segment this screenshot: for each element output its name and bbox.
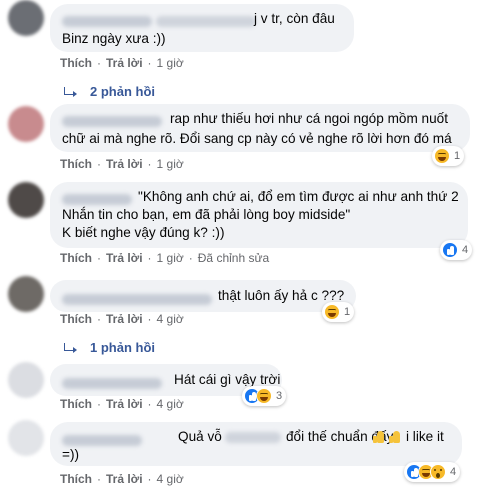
avatar[interactable]	[8, 182, 44, 218]
like-button[interactable]: Thích	[60, 157, 92, 171]
comment-actions: Thích · Trả lời · 1 giờ · Đã chỉnh sửa	[60, 251, 270, 265]
comment-bubble: rap như thiếu hơi như cá ngoi ngóp mồm n…	[50, 104, 470, 152]
reply-arrow-icon	[64, 86, 77, 97]
avatar[interactable]	[8, 0, 44, 36]
comment-bubble: j v tr, còn đâu Binz ngày xưa :))	[50, 4, 354, 52]
timestamp[interactable]: 4 giờ	[157, 312, 184, 326]
like-button[interactable]: Thích	[60, 56, 92, 70]
reaction-count: 1	[454, 150, 461, 162]
reaction-count: 1	[344, 306, 351, 318]
replies-count[interactable]: 1 phản hồi	[90, 340, 155, 355]
avatar[interactable]	[8, 362, 44, 398]
wow-icon	[430, 464, 446, 480]
reaction-count: 4	[462, 244, 469, 256]
timestamp[interactable]: 4 giờ	[157, 472, 184, 486]
comment-text-line1: "Không anh chứ ai, đổ em tìm được ai như…	[138, 189, 459, 204]
blurred-word	[225, 432, 281, 443]
thumbs-up-emoji	[371, 428, 403, 447]
comment-text-line1: rap như thiếu hơi như cá ngoi ngóp mồm n…	[170, 111, 449, 126]
comment-actions: Thích · Trả lời · 1 giờ	[60, 157, 184, 171]
comment-bubble: "Không anh chứ ai, đổ em tìm được ai như…	[50, 182, 468, 248]
reaction-summary[interactable]: 4	[404, 462, 461, 482]
reaction-summary[interactable]: 3	[242, 386, 287, 406]
comment-text-line3: K biết nghe vậy đúng k? :))	[62, 225, 225, 240]
haha-icon	[324, 304, 340, 320]
like-button[interactable]: Thích	[60, 312, 92, 326]
comment-text-line2: Nhắn tin cho bạn, em đã phải lòng boy mi…	[62, 207, 351, 222]
edited-label[interactable]: Đã chỉnh sửa	[198, 251, 269, 265]
comment-text-line2: =))	[62, 447, 79, 462]
comment-actions: Thích · Trả lời · 4 giờ	[60, 397, 184, 411]
like-icon	[442, 242, 458, 258]
avatar[interactable]	[8, 420, 44, 456]
comment-actions: Thích · Trả lời · 4 giờ	[60, 472, 184, 486]
commenter-name[interactable]	[62, 377, 162, 389]
comment-actions: Thích · Trả lời · 1 giờ	[60, 56, 184, 70]
comment-text-line1: j v tr, còn đâu	[254, 11, 335, 26]
reaction-summary[interactable]: 1	[322, 302, 355, 322]
timestamp[interactable]: 1 giờ	[157, 251, 184, 265]
reaction-summary[interactable]: 4	[440, 240, 473, 260]
replies-count[interactable]: 2 phản hồi	[90, 84, 155, 99]
commenter-name[interactable]	[62, 293, 212, 305]
like-button[interactable]: Thích	[60, 472, 92, 486]
reply-button[interactable]: Trả lời	[106, 472, 143, 486]
reply-button[interactable]: Trả lời	[106, 56, 143, 70]
timestamp[interactable]: 1 giờ	[157, 56, 184, 70]
haha-icon	[256, 388, 272, 404]
comment-actions: Thích · Trả lời · 4 giờ	[60, 312, 184, 326]
avatar[interactable]	[8, 276, 44, 312]
commenter-name[interactable]	[62, 115, 162, 127]
haha-icon	[434, 148, 450, 164]
like-button[interactable]: Thích	[60, 397, 92, 411]
reply-button[interactable]: Trả lời	[106, 312, 143, 326]
commenter-name[interactable]	[62, 193, 132, 205]
timestamp[interactable]: 1 giờ	[157, 157, 184, 171]
reaction-count: 3	[276, 390, 283, 402]
reaction-count: 4	[450, 466, 457, 478]
comment-text-line2: Binz ngày xưa :))	[62, 31, 166, 46]
reply-button[interactable]: Trả lời	[106, 251, 143, 265]
commenter-name[interactable]	[62, 15, 152, 27]
comment-text-line2: chữ ai mà nghe rõ. Đổi sang cp này có vẻ…	[62, 131, 452, 146]
comment-bubble: Quả vỗ đổi thế chuẩn đấy i like it =))	[50, 422, 462, 466]
comment-bubble: thật luôn ấy hả c ???	[50, 280, 356, 312]
reaction-summary[interactable]: 1	[432, 146, 465, 166]
comment-text-line1a: Quả vỗ	[178, 429, 222, 444]
reply-button[interactable]: Trả lời	[106, 397, 143, 411]
reply-button[interactable]: Trả lời	[106, 157, 143, 171]
like-button[interactable]: Thích	[60, 251, 92, 265]
view-replies-link[interactable]: 2 phản hồi	[64, 84, 155, 99]
timestamp[interactable]: 4 giờ	[157, 397, 184, 411]
reply-arrow-icon	[64, 342, 77, 353]
view-replies-link[interactable]: 1 phản hồi	[64, 340, 155, 355]
avatar[interactable]	[8, 106, 44, 142]
comment-text-line1c: i like it	[406, 429, 444, 444]
comment-text-line1: thật luôn ấy hả c ???	[218, 288, 345, 303]
